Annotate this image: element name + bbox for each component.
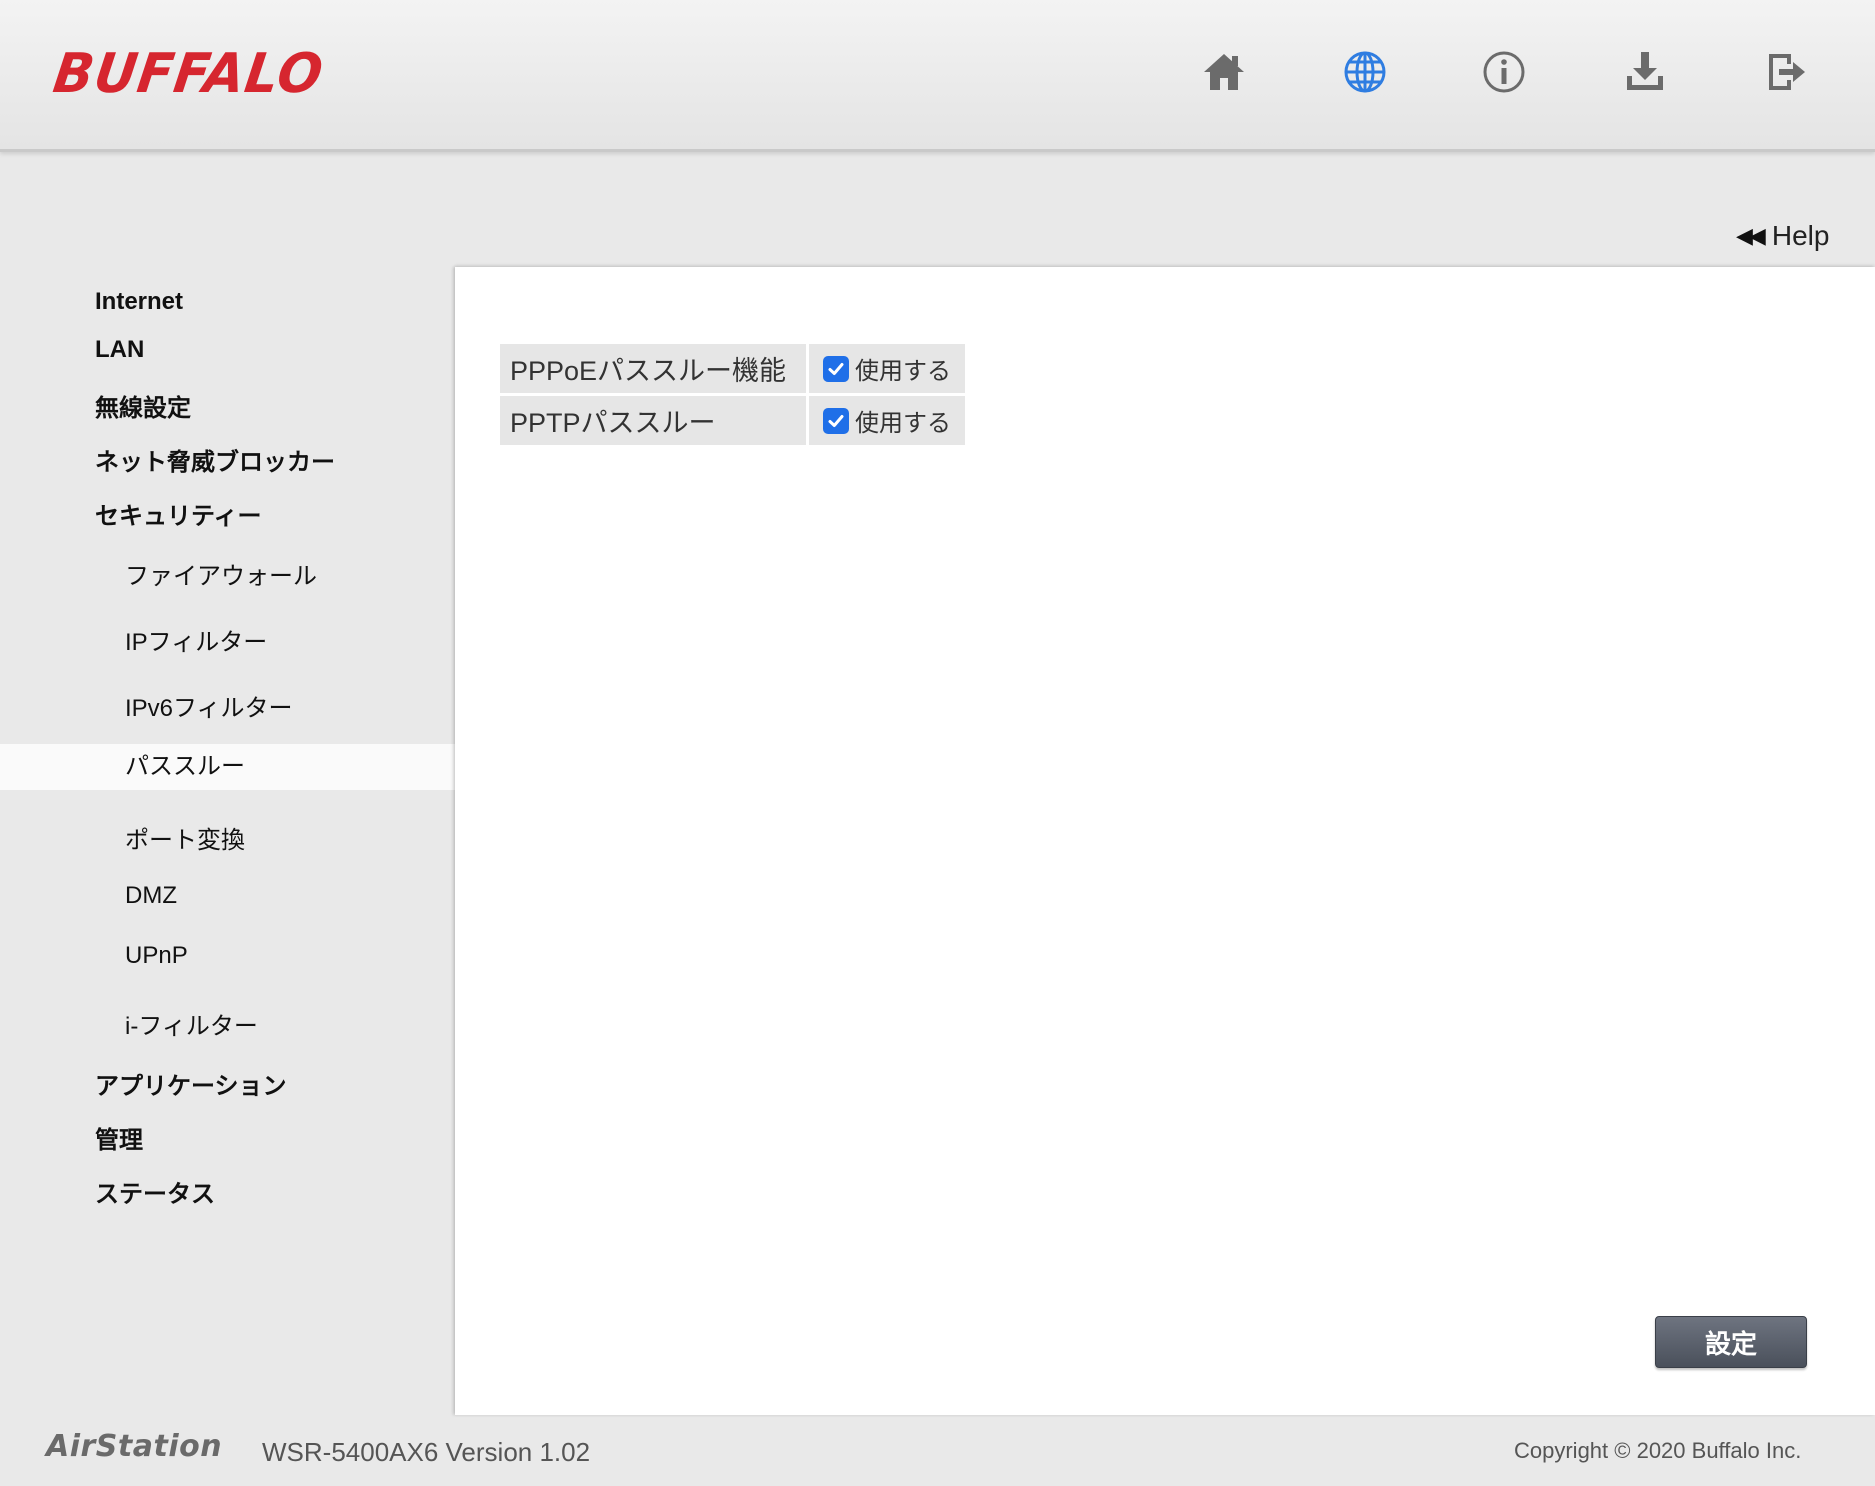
- download-icon[interactable]: [1619, 46, 1671, 98]
- nav-threat-blocker[interactable]: ネット脅威ブロッカー: [0, 442, 455, 477]
- nav-upnp[interactable]: UPnP: [0, 942, 455, 970]
- checkbox-checked-icon[interactable]: [823, 407, 849, 434]
- home-icon[interactable]: [1198, 46, 1250, 98]
- nav-management[interactable]: 管理: [0, 1120, 455, 1155]
- nav-internet[interactable]: Internet: [0, 288, 455, 316]
- apply-settings-button[interactable]: 設定: [1655, 1316, 1807, 1368]
- pptp-passthrough-checkbox[interactable]: 使用する: [823, 403, 951, 438]
- pppoe-passthrough-label: PPPoEパススルー機能: [500, 344, 806, 393]
- buffalo-logo: BUFFALO: [49, 42, 328, 106]
- copyright-text: Copyright © 2020 Buffalo Inc.: [1514, 1438, 1802, 1463]
- nav-security[interactable]: セキュリティー: [0, 496, 455, 531]
- nav-port-forwarding[interactable]: ポート変換: [0, 820, 455, 855]
- firmware-version: WSR-5400AX6 Version 1.02: [262, 1437, 591, 1467]
- nav-ipv6-filter[interactable]: IPv6フィルター: [0, 688, 455, 723]
- pptp-passthrough-label: PPTPパススルー: [500, 396, 806, 445]
- table-row: PPPoEパススルー機能 使用する: [500, 344, 965, 393]
- nav-i-filter[interactable]: i-フィルター: [0, 1006, 455, 1041]
- globe-icon[interactable]: [1339, 46, 1391, 98]
- nav-lan[interactable]: LAN: [0, 336, 455, 364]
- passthrough-settings-table: PPPoEパススルー機能 使用する PPTPパススルー 使用する: [497, 341, 968, 448]
- help-toggle[interactable]: ◀◀ Help: [1736, 220, 1829, 252]
- pptp-passthrough-option-label: 使用する: [855, 410, 951, 437]
- airstation-logo: AirStation: [46, 1429, 223, 1464]
- pptp-passthrough-cell: 使用する: [809, 396, 965, 445]
- nav-wireless[interactable]: 無線設定: [0, 388, 455, 423]
- table-row: PPTPパススルー 使用する: [500, 396, 965, 445]
- double-left-arrow-icon: ◀◀: [1736, 223, 1766, 248]
- header-bar: BUFFALO: [0, 0, 1875, 152]
- pppoe-passthrough-checkbox[interactable]: 使用する: [823, 351, 951, 386]
- checkbox-checked-icon[interactable]: [823, 355, 849, 382]
- pppoe-passthrough-cell: 使用する: [809, 344, 965, 393]
- logout-icon[interactable]: [1759, 46, 1811, 98]
- info-icon[interactable]: [1478, 46, 1530, 98]
- nav-status[interactable]: ステータス: [0, 1174, 455, 1209]
- nav-dmz[interactable]: DMZ: [0, 882, 455, 910]
- help-label: Help: [1771, 220, 1830, 251]
- nav-ip-filter[interactable]: IPフィルター: [0, 622, 455, 657]
- nav-firewall[interactable]: ファイアウォール: [0, 556, 455, 591]
- main-panel: PPPoEパススルー機能 使用する PPTPパススルー 使用する 設定: [455, 267, 1875, 1415]
- nav-application[interactable]: アプリケーション: [0, 1066, 455, 1101]
- nav-passthrough[interactable]: パススルー: [0, 744, 455, 790]
- pppoe-passthrough-option-label: 使用する: [855, 358, 951, 385]
